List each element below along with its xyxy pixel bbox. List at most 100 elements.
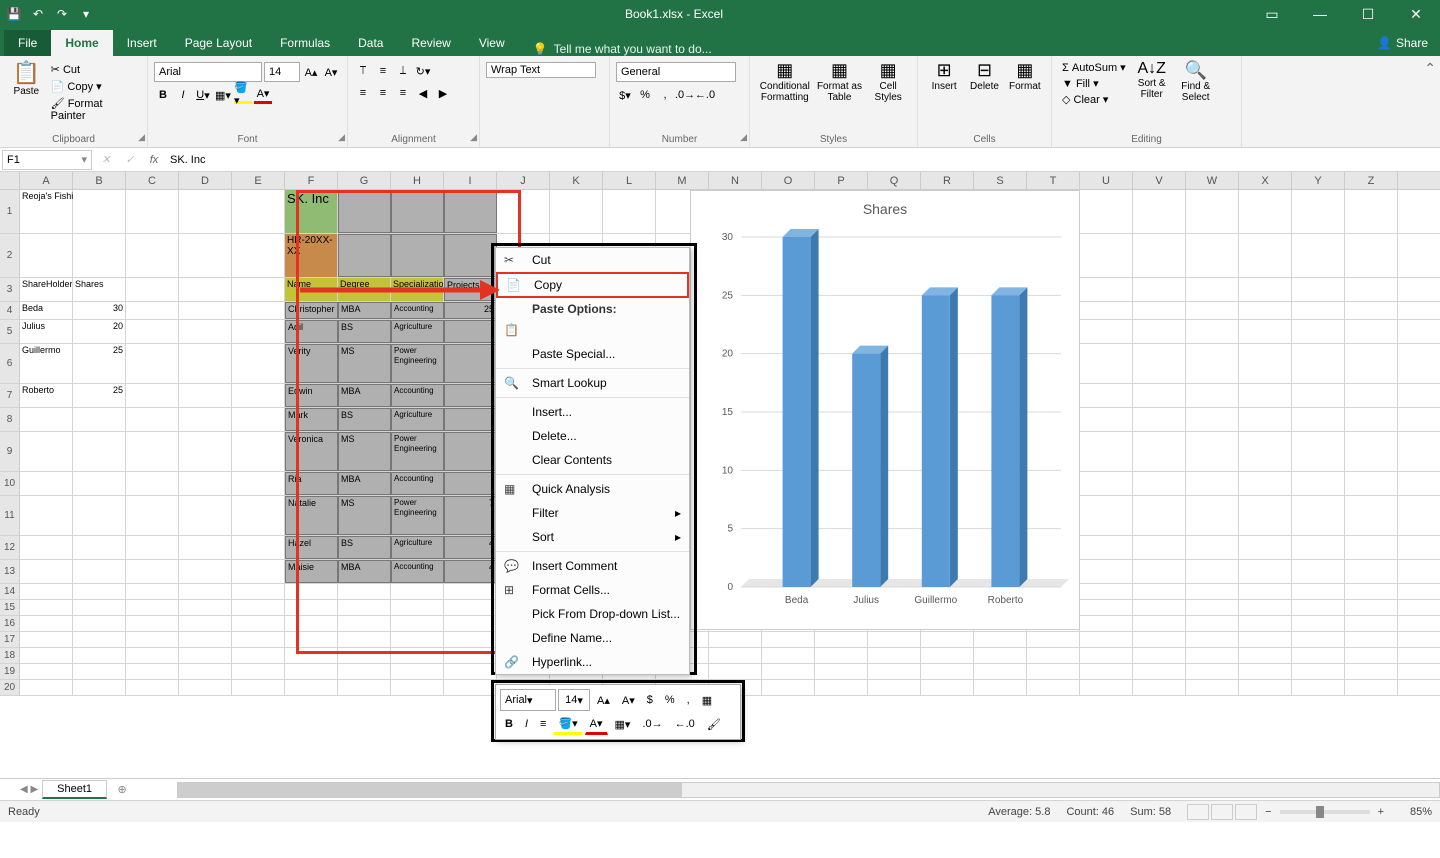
cell[interactable]: 25: [73, 384, 126, 407]
chart-shares[interactable]: Shares 051015202530BedaJuliusGuillermoRo…: [690, 190, 1080, 630]
menu-copy[interactable]: 📄Copy: [496, 272, 689, 298]
cell[interactable]: [338, 664, 391, 679]
cell[interactable]: [1239, 190, 1292, 233]
cell[interactable]: [73, 496, 126, 535]
cell[interactable]: Power Engineering: [391, 496, 444, 535]
cell[interactable]: [1292, 664, 1345, 679]
col-header-N[interactable]: N: [709, 172, 762, 189]
cell[interactable]: Degree: [338, 278, 391, 301]
row-header-1[interactable]: 1: [0, 190, 20, 233]
cell[interactable]: [1186, 536, 1239, 559]
cell[interactable]: [1133, 408, 1186, 431]
cell[interactable]: MBA: [338, 384, 391, 407]
cell[interactable]: [126, 680, 179, 695]
cell[interactable]: [1186, 234, 1239, 277]
cell[interactable]: [1027, 680, 1080, 695]
cell[interactable]: [73, 234, 126, 277]
tab-insert[interactable]: Insert: [113, 30, 171, 56]
cell[interactable]: [1292, 432, 1345, 471]
cell[interactable]: [232, 680, 285, 695]
cell[interactable]: MBA: [338, 302, 391, 319]
cell[interactable]: [179, 408, 232, 431]
cell[interactable]: [232, 648, 285, 663]
cell[interactable]: [1292, 584, 1345, 599]
menu-cut[interactable]: ✂Cut: [496, 248, 689, 272]
cell[interactable]: Projects: [444, 278, 497, 301]
cell[interactable]: MS: [338, 496, 391, 535]
menu-paste-icon[interactable]: 📋: [496, 318, 689, 342]
cell[interactable]: [1292, 384, 1345, 407]
cell[interactable]: [1186, 408, 1239, 431]
horizontal-scrollbar[interactable]: [177, 782, 1440, 798]
cell[interactable]: [126, 384, 179, 407]
col-header-D[interactable]: D: [179, 172, 232, 189]
cell[interactable]: [391, 648, 444, 663]
col-header-J[interactable]: J: [497, 172, 550, 189]
cell[interactable]: [126, 234, 179, 277]
cell[interactable]: [179, 496, 232, 535]
cell[interactable]: [1080, 384, 1133, 407]
mini-align-icon[interactable]: ≡: [535, 713, 551, 735]
cell[interactable]: Agriculture: [391, 536, 444, 559]
cell[interactable]: [1186, 496, 1239, 535]
cell[interactable]: [179, 302, 232, 319]
cell[interactable]: [1133, 560, 1186, 583]
row-header-20[interactable]: 20: [0, 680, 20, 695]
cell[interactable]: [179, 600, 232, 615]
cell[interactable]: [285, 680, 338, 695]
zoom-in-icon[interactable]: +: [1378, 806, 1384, 818]
row-header-18[interactable]: 18: [0, 648, 20, 663]
cell[interactable]: [338, 648, 391, 663]
col-header-U[interactable]: U: [1080, 172, 1133, 189]
cell[interactable]: [1133, 584, 1186, 599]
col-header-E[interactable]: E: [232, 172, 285, 189]
cell[interactable]: [1133, 432, 1186, 471]
cell[interactable]: [285, 632, 338, 647]
cell[interactable]: [232, 384, 285, 407]
row-header-5[interactable]: 5: [0, 320, 20, 343]
cell[interactable]: [285, 616, 338, 631]
cell[interactable]: 20: [73, 320, 126, 343]
col-header-Z[interactable]: Z: [1345, 172, 1398, 189]
cell[interactable]: [232, 302, 285, 319]
cell[interactable]: [179, 190, 232, 233]
cell[interactable]: [1345, 560, 1398, 583]
undo-icon[interactable]: ↶: [28, 4, 48, 24]
col-header-P[interactable]: P: [815, 172, 868, 189]
cell[interactable]: [868, 648, 921, 663]
cell[interactable]: BS: [338, 536, 391, 559]
cell[interactable]: [1292, 234, 1345, 277]
cell[interactable]: [1080, 344, 1133, 383]
row-header-10[interactable]: 10: [0, 472, 20, 495]
cell[interactable]: [1080, 560, 1133, 583]
cell[interactable]: [497, 190, 550, 233]
cell[interactable]: [73, 600, 126, 615]
font-size-combo[interactable]: 14: [264, 62, 300, 82]
tab-home[interactable]: Home: [51, 30, 112, 56]
cell[interactable]: [444, 384, 497, 407]
cell[interactable]: [232, 278, 285, 301]
cell[interactable]: [1186, 584, 1239, 599]
row-header-12[interactable]: 12: [0, 536, 20, 559]
cell[interactable]: [1239, 584, 1292, 599]
cell[interactable]: [179, 536, 232, 559]
cell[interactable]: [20, 632, 73, 647]
cell[interactable]: [1345, 680, 1398, 695]
row-header-6[interactable]: 6: [0, 344, 20, 383]
comma-icon[interactable]: ,: [656, 86, 674, 104]
cell[interactable]: 25: [73, 344, 126, 383]
cell[interactable]: [815, 664, 868, 679]
percent-icon[interactable]: %: [636, 86, 654, 104]
cell[interactable]: [391, 616, 444, 631]
cell[interactable]: [1239, 664, 1292, 679]
cell[interactable]: [709, 648, 762, 663]
col-header-W[interactable]: W: [1186, 172, 1239, 189]
mini-fill-color-button[interactable]: 🪣▾: [553, 713, 582, 735]
menu-sort[interactable]: Sort▸: [496, 525, 689, 549]
row-header-9[interactable]: 9: [0, 432, 20, 471]
cell[interactable]: [1292, 616, 1345, 631]
cell[interactable]: [126, 432, 179, 471]
page-layout-view-icon[interactable]: [1211, 804, 1233, 820]
row-header-4[interactable]: 4: [0, 302, 20, 319]
cell[interactable]: [126, 190, 179, 233]
